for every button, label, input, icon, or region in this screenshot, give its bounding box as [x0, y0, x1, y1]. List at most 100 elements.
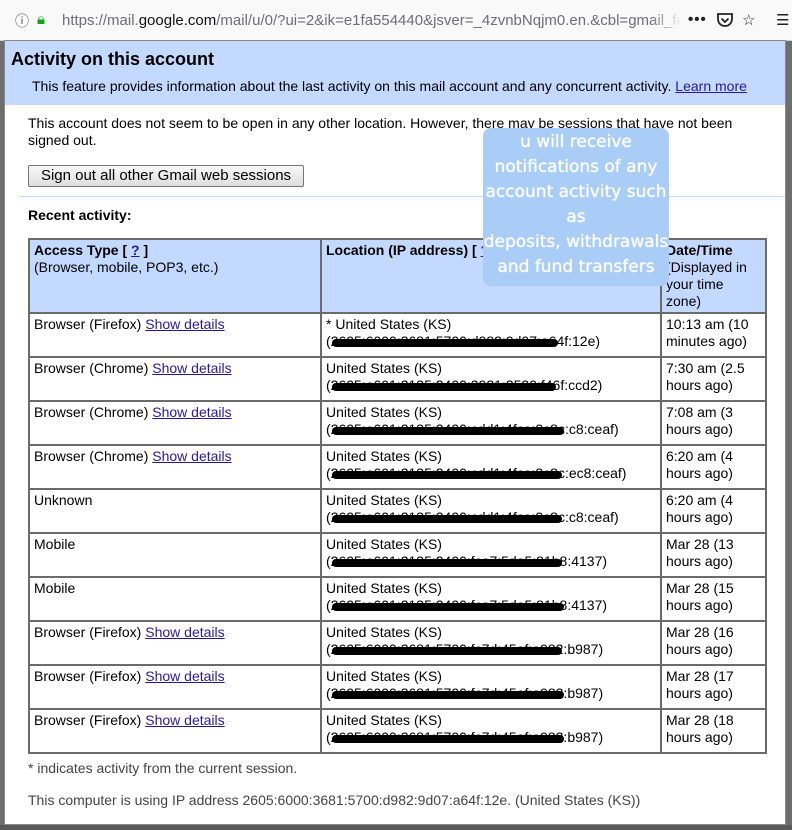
- url-host: google.com: [138, 12, 217, 29]
- location-text: United States (KS): [326, 360, 442, 376]
- pocket-icon[interactable]: [716, 11, 734, 33]
- redaction-mark: [332, 691, 564, 699]
- cell-location: United States (KS)(2605:6000:3681:5700:f…: [320, 664, 662, 710]
- datetime-text: 10:13 am (10 minutes ago): [666, 316, 749, 349]
- access-type-text: Browser (Chrome): [34, 448, 149, 464]
- redaction-mark: [332, 339, 558, 347]
- table-row: Unknown United States (KS)(2605:a601:2135…: [28, 488, 767, 534]
- page-title: Activity on this account: [11, 49, 215, 69]
- header-location-title: Location (IP address): [326, 242, 469, 258]
- annotation-line: notifications of any: [494, 157, 658, 177]
- cell-datetime: Mar 28 (13 hours ago): [660, 532, 767, 578]
- redaction-mark: [332, 427, 564, 435]
- learn-more-link[interactable]: Learn more: [675, 78, 747, 94]
- header-datetime: Date/Time (Displayed in your time zone): [660, 238, 767, 314]
- cell-datetime: Mar 28 (18 hours ago): [660, 708, 767, 754]
- cell-access-type: Browser (Firefox) Show details: [28, 664, 322, 710]
- table-body: Browser (Firefox) Show details * United S…: [28, 312, 767, 754]
- show-details-link[interactable]: Show details: [145, 668, 224, 684]
- header-datetime-title: Date/Time: [666, 242, 733, 258]
- url-field[interactable]: https://mail.google.com/mail/u/0/?ui=2&i…: [62, 12, 680, 30]
- more-actions-icon[interactable]: •••: [688, 11, 707, 28]
- table-row: Browser (Firefox) Show details * United S…: [28, 312, 767, 358]
- bookmark-star-icon[interactable]: ☆: [742, 11, 755, 29]
- datetime-text: Mar 28 (16 hours ago): [666, 624, 734, 657]
- cell-location: United States (KS)(2605:a601:2135:2400:c…: [320, 400, 662, 446]
- show-details-link[interactable]: Show details: [152, 404, 231, 420]
- table-row: Browser (Chrome) Show details United Stat…: [28, 400, 767, 446]
- access-type-text: Unknown: [34, 492, 93, 508]
- annotation-line: and fund transfers: [497, 257, 655, 277]
- cell-access-type: Mobile: [28, 576, 322, 622]
- cell-location: United States (KS)(2605:a601:2135:2400:f…: [320, 532, 662, 578]
- table-row: Browser (Chrome) Show details United Stat…: [28, 356, 767, 402]
- header-datetime-sub: (Displayed in your time zone): [666, 259, 747, 309]
- redaction-mark: [332, 735, 564, 743]
- location-text: United States (KS): [326, 404, 442, 420]
- cell-access-type: Browser (Firefox) Show details: [28, 312, 322, 358]
- show-details-link[interactable]: Show details: [145, 712, 224, 728]
- title-band: Activity on this account This feature pr…: [5, 41, 785, 105]
- cell-access-type: Mobile: [28, 532, 322, 578]
- cell-datetime: Mar 28 (15 hours ago): [660, 576, 767, 622]
- cell-access-type: Browser (Firefox) Show details: [28, 708, 322, 754]
- cell-location: United States (KS)(2605:a601:2135:2400:f…: [320, 576, 662, 622]
- annotation-line: account activity such: [485, 182, 667, 202]
- access-type-text: Mobile: [34, 536, 76, 552]
- annotation-overlay: u will receive notifications of any accoun…: [483, 128, 669, 286]
- datetime-text: Mar 28 (13 hours ago): [666, 536, 734, 569]
- show-details-link[interactable]: Show details: [152, 448, 231, 464]
- cell-location: United States (KS)(2605:6000:3681:5700:f…: [320, 708, 662, 754]
- cell-access-type: Browser (Chrome) Show details: [28, 444, 322, 490]
- show-details-link[interactable]: Show details: [145, 624, 224, 640]
- browser-toolbar: ⓘ 🔒︎ https://mail.google.com/mail/u/0/?u…: [0, 0, 792, 41]
- url-path: /mail/u/0/?ui=2&ik=e1fa554440&jsver=_4zv…: [216, 12, 680, 29]
- table-row: Browser (Firefox) Show details United Sta…: [28, 664, 767, 710]
- location-text: * United States (KS): [326, 316, 452, 332]
- cell-datetime: Mar 28 (17 hours ago): [660, 664, 767, 710]
- redaction-mark: [332, 647, 562, 655]
- menu-icon[interactable]: ☰: [776, 11, 789, 29]
- location-text: United States (KS): [326, 492, 442, 508]
- cell-access-type: Browser (Chrome) Show details: [28, 356, 322, 402]
- activity-table: Access Type [ ? ] (Browser, mobile, POP3…: [28, 238, 767, 754]
- annotation-line: deposits, withdrawals: [483, 232, 669, 252]
- window-bottom-edge: [0, 825, 792, 830]
- access-type-text: Browser (Firefox): [34, 624, 142, 640]
- datetime-text: 6:20 am (4 hours ago): [666, 448, 733, 481]
- annotation-text: u will receive notifications of any accoun…: [483, 128, 669, 280]
- access-type-text: Browser (Firefox): [34, 316, 142, 332]
- show-details-link[interactable]: Show details: [145, 316, 224, 332]
- cell-datetime: 7:30 am (2.5 hours ago): [660, 356, 767, 402]
- url-fade: [650, 8, 682, 34]
- redaction-mark: [332, 471, 562, 479]
- description-text: This feature provides information about …: [32, 78, 672, 94]
- table-row: Mobile United States (KS)(2605:a601:2135:…: [28, 576, 767, 622]
- cell-access-type: Browser (Chrome) Show details: [28, 400, 322, 446]
- cell-location: United States (KS)(2605:a601:2135:2400:3…: [320, 356, 662, 402]
- redaction-mark: [332, 559, 562, 567]
- lock-icon[interactable]: 🔒︎: [37, 11, 45, 28]
- info-icon[interactable]: ⓘ: [15, 11, 29, 31]
- cell-location: United States (KS)(2605:a601:2135:2400:c…: [320, 488, 662, 534]
- cell-access-type: Unknown: [28, 488, 322, 534]
- annotation-line: as: [566, 207, 586, 227]
- header-access-sub: (Browser, mobile, POP3, etc.): [34, 259, 219, 275]
- access-type-text: Browser (Chrome): [34, 404, 149, 420]
- cell-datetime: 6:20 am (4 hours ago): [660, 488, 767, 534]
- recent-activity-label: Recent activity:: [28, 207, 132, 223]
- location-text: United States (KS): [326, 712, 442, 728]
- current-session-footnote: * indicates activity from the current se…: [28, 760, 298, 776]
- table-row: Browser (Firefox) Show details United Sta…: [28, 620, 767, 666]
- datetime-text: 6:20 am (4 hours ago): [666, 492, 733, 525]
- cell-datetime: 10:13 am (10 minutes ago): [660, 312, 767, 358]
- cell-datetime: 6:20 am (4 hours ago): [660, 444, 767, 490]
- datetime-text: Mar 28 (17 hours ago): [666, 668, 734, 701]
- show-details-link[interactable]: Show details: [152, 360, 231, 376]
- sign-out-sessions-button[interactable]: Sign out all other Gmail web sessions: [28, 165, 304, 187]
- cell-datetime: 7:08 am (3 hours ago): [660, 400, 767, 446]
- header-access-title: Access Type: [34, 242, 119, 258]
- redaction-mark: [332, 603, 564, 611]
- datetime-text: Mar 28 (18 hours ago): [666, 712, 734, 745]
- access-help-link[interactable]: ?: [131, 242, 140, 258]
